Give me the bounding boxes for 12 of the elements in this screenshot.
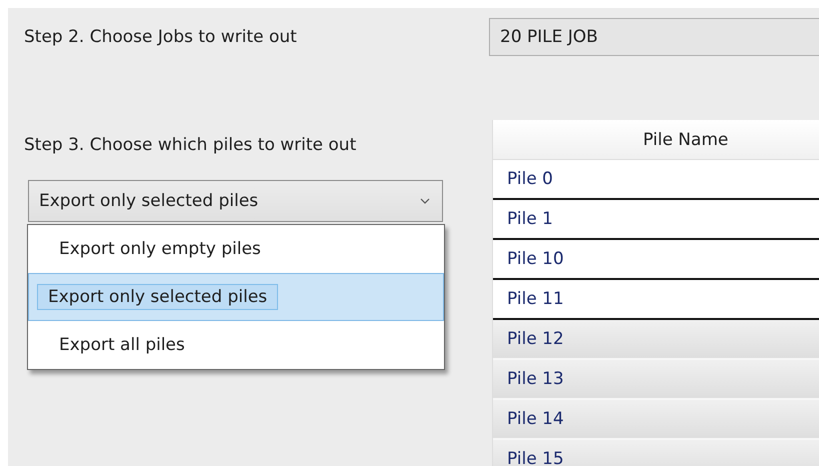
job-field[interactable]: 20 PILE JOB xyxy=(489,18,819,56)
table-row[interactable]: Pile 12 xyxy=(493,320,819,360)
dropdown-option[interactable]: Export all piles xyxy=(28,321,444,369)
step-label: Step 2. Choose Jobs to write out xyxy=(24,26,298,49)
export-dropdown[interactable]: Export only selected piles xyxy=(28,180,443,222)
table-row[interactable]: Pile 13 xyxy=(493,360,819,400)
caret-icon xyxy=(420,198,430,204)
table-row[interactable]: Pile 15 xyxy=(493,440,819,466)
step-label: Step 3. Choose which piles to write out xyxy=(24,134,358,157)
dropdown-option[interactable]: Export only empty piles xyxy=(28,225,444,273)
table-row[interactable]: Pile 14 xyxy=(493,400,819,440)
dropdown-option[interactable]: Export only selected piles xyxy=(28,273,444,321)
